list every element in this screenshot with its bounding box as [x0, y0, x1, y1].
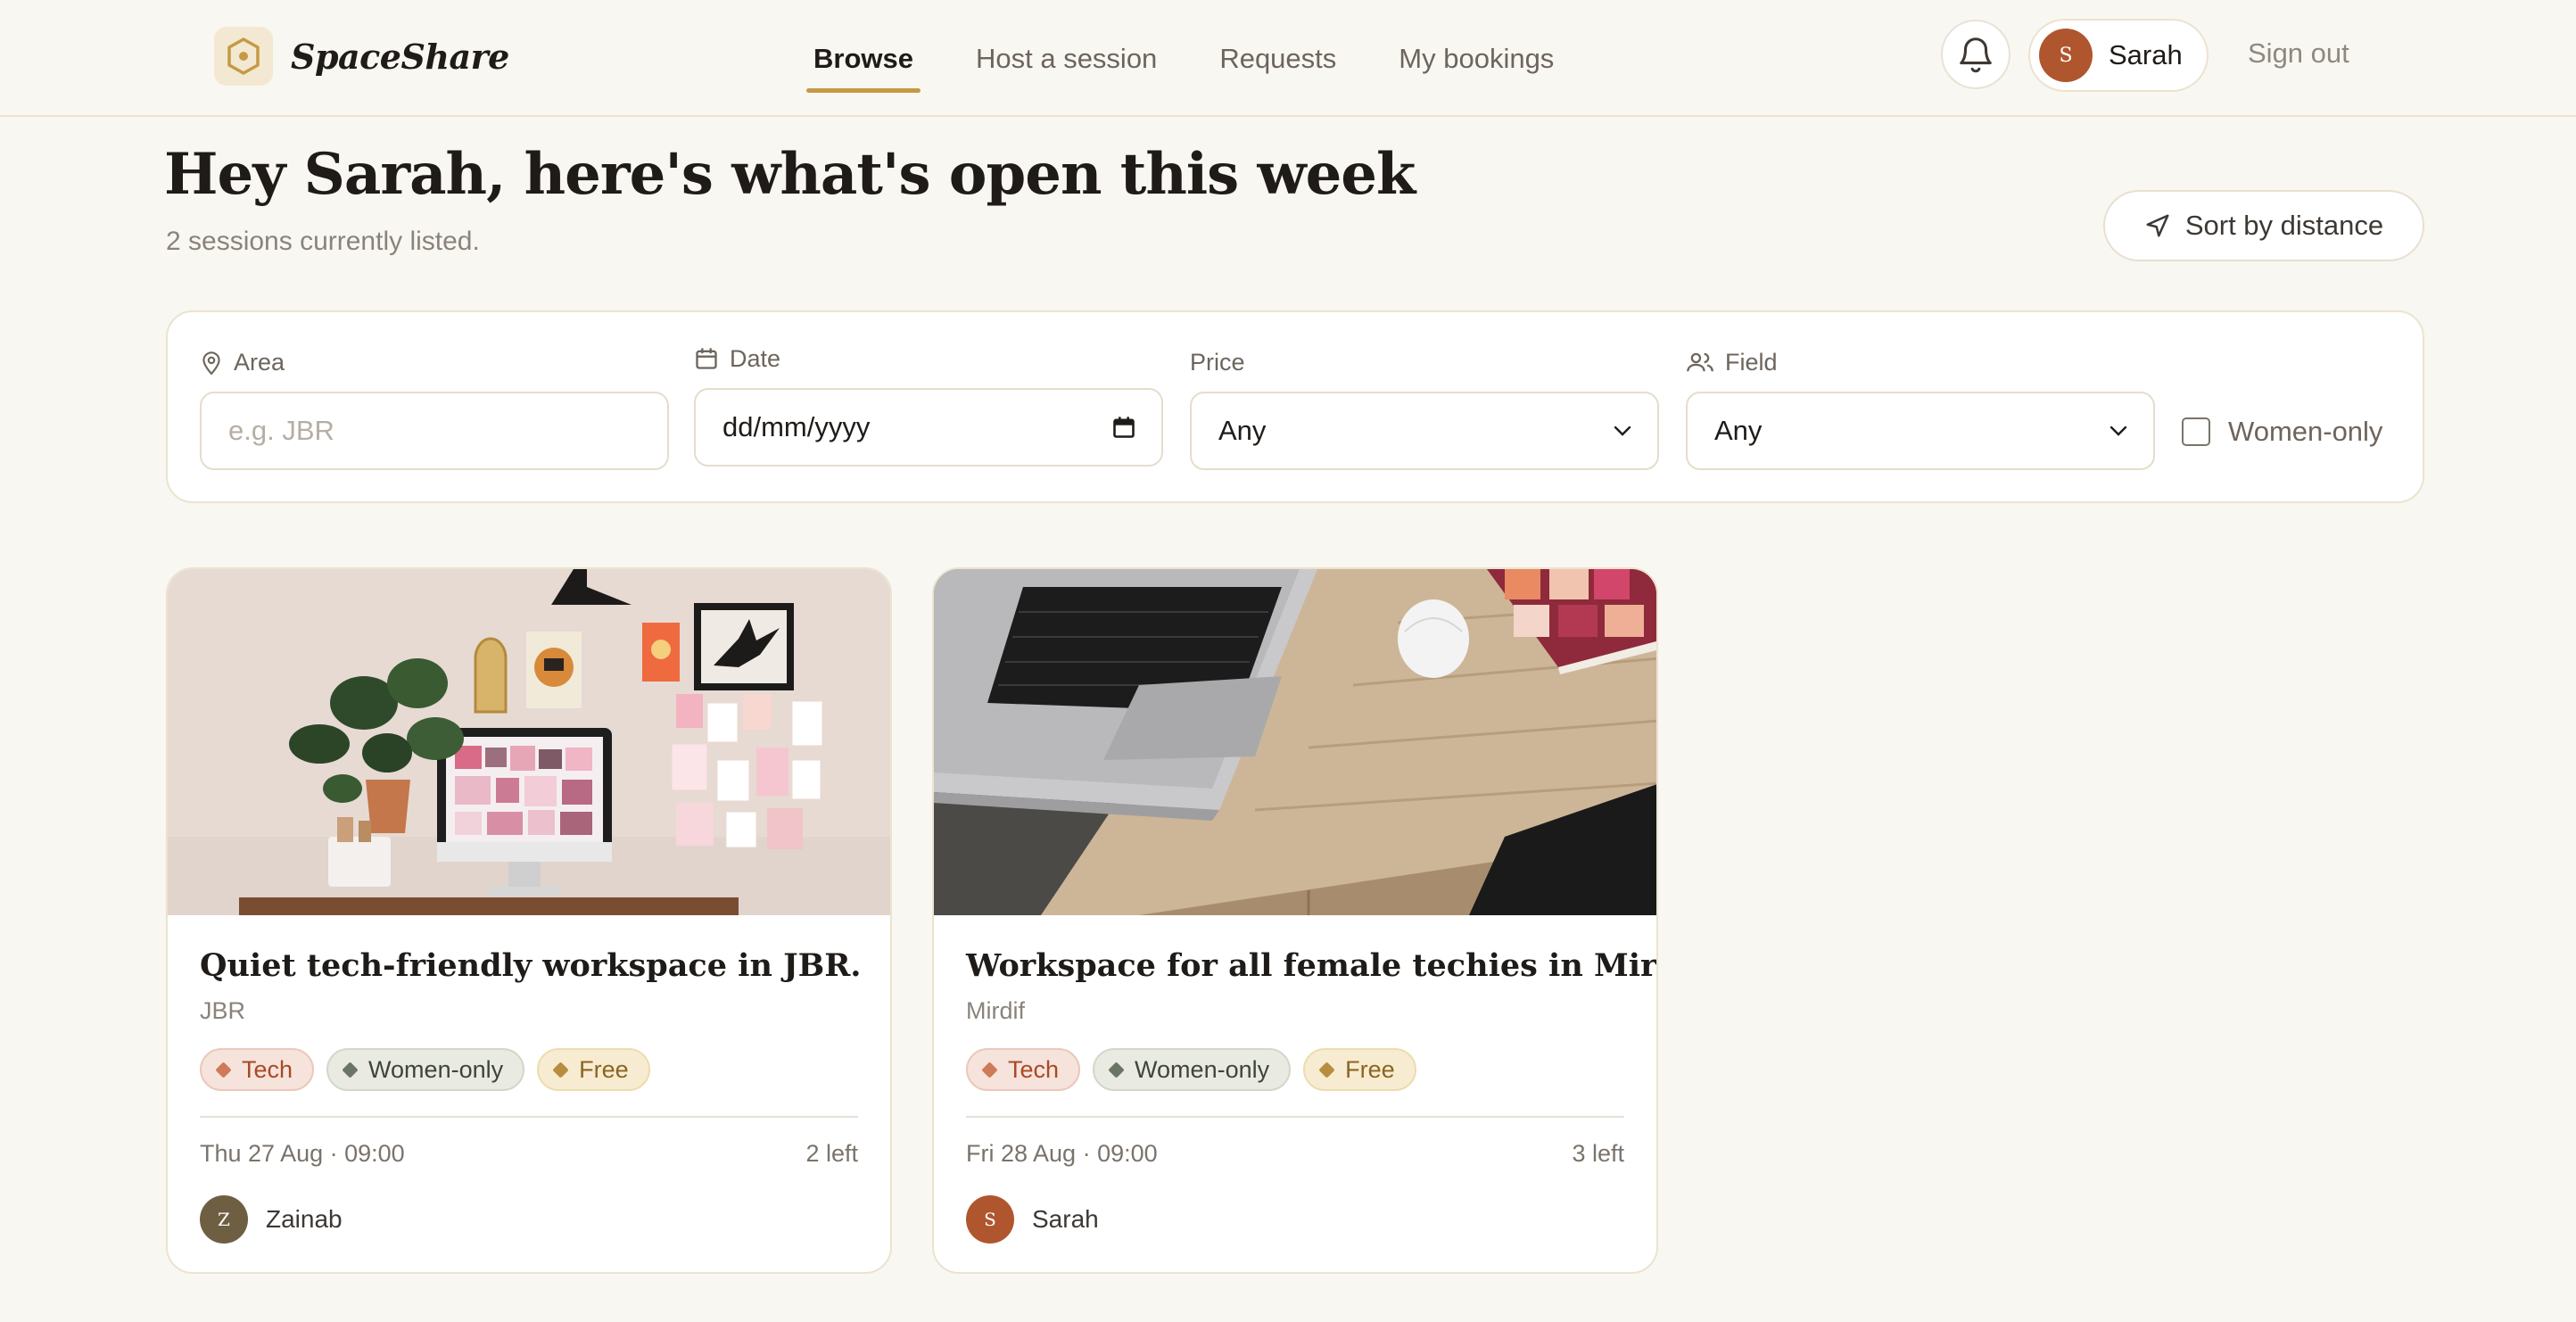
- calendar-picker-icon[interactable]: [1111, 415, 1136, 440]
- divider: [966, 1116, 1624, 1118]
- listing-title[interactable]: Quiet tech-friendly workspace in JBR.: [200, 947, 862, 984]
- desk-with-imac-and-plant-photo: [168, 569, 890, 915]
- chevron-down-icon: [2110, 426, 2127, 436]
- logo[interactable]: SpaceShare: [214, 27, 509, 86]
- filter-bar: Area e.g. JBR Date dd/mm/yyyy Price Any …: [166, 310, 2424, 503]
- brand-name: SpaceShare: [291, 36, 509, 77]
- diamond-icon: [1108, 1061, 1125, 1078]
- nav-my-bookings[interactable]: My bookings: [1399, 0, 1554, 117]
- sort-label: Sort by distance: [2184, 210, 2384, 241]
- field-select-value: Any: [1714, 415, 1763, 446]
- user-menu-button[interactable]: S Sarah: [2028, 19, 2209, 92]
- price-label: Price: [1190, 348, 1245, 376]
- laptop-on-wooden-desk-photo: [934, 569, 1656, 915]
- navigation-arrow-icon: [2146, 214, 2169, 237]
- listing-card[interactable]: Workspace for all female techies in Mird…: [932, 567, 1658, 1274]
- user-avatar: S: [2039, 29, 2093, 82]
- diamond-icon: [215, 1061, 232, 1078]
- tag-free: Free: [1303, 1048, 1416, 1091]
- listing-card[interactable]: Quiet tech-friendly workspace in JBR. JB…: [166, 567, 892, 1274]
- notifications-button[interactable]: [1941, 20, 2010, 89]
- listing-host: S Sarah: [966, 1195, 1099, 1244]
- page-title: Hey Sarah, here's what's open this week: [164, 141, 1416, 208]
- nav-host-a-session[interactable]: Host a session: [976, 0, 1157, 117]
- tag-women-only: Women-only: [326, 1048, 525, 1091]
- field-filter: Field Any: [1686, 348, 2155, 470]
- date-input[interactable]: dd/mm/yyyy: [694, 388, 1163, 467]
- area-label: Area: [234, 348, 285, 376]
- host-avatar: S: [966, 1195, 1014, 1244]
- listing-area: Mirdif: [966, 997, 1025, 1024]
- hexagon-logo-icon: [214, 27, 273, 86]
- calendar-icon: [696, 348, 717, 369]
- date-filter: Date dd/mm/yyyy: [694, 344, 1163, 467]
- tag-tech: Tech: [966, 1048, 1081, 1091]
- spots-left: 2 left: [805, 1140, 858, 1167]
- sessions-count-text: 2 sessions currently listed.: [166, 227, 480, 256]
- women-only-filter[interactable]: Women-only: [2182, 416, 2382, 448]
- women-only-checkbox[interactable]: [2182, 417, 2210, 446]
- price-select[interactable]: Any: [1190, 392, 1659, 470]
- price-filter: Price Any: [1190, 348, 1659, 470]
- diamond-icon: [981, 1061, 998, 1078]
- top-nav: SpaceShare Browse Host a session Request…: [0, 0, 2576, 117]
- divider: [200, 1116, 858, 1118]
- main-nav: Browse Host a session Requests My bookin…: [806, 0, 1616, 117]
- diamond-icon: [1318, 1061, 1335, 1078]
- listing-datetime: Fri 28 Aug · 09:00: [966, 1140, 1158, 1167]
- diamond-icon: [342, 1061, 359, 1078]
- sort-by-distance-button[interactable]: Sort by distance: [2103, 190, 2424, 261]
- chevron-down-icon: [1614, 426, 1631, 436]
- field-select[interactable]: Any: [1686, 392, 2155, 470]
- area-input[interactable]: e.g. JBR: [200, 392, 669, 470]
- listing-datetime: Thu 27 Aug · 09:00: [200, 1140, 405, 1167]
- nav-browse[interactable]: Browse: [806, 0, 921, 117]
- area-filter: Area e.g. JBR: [200, 348, 669, 470]
- sign-out-link[interactable]: Sign out: [2248, 37, 2349, 70]
- date-input-value: dd/mm/yyyy: [722, 411, 871, 442]
- listing-tags: Tech Women-only Free: [966, 1048, 1429, 1091]
- tag-tech: Tech: [200, 1048, 315, 1091]
- map-pin-icon: [202, 351, 220, 376]
- host-avatar: Z: [200, 1195, 248, 1244]
- bell-icon: [1960, 37, 1992, 73]
- users-icon: [1687, 352, 1713, 372]
- tag-free: Free: [537, 1048, 650, 1091]
- women-only-label: Women-only: [2228, 416, 2383, 447]
- listing-title[interactable]: Workspace for all female techies in Mird…: [966, 947, 1656, 984]
- price-select-value: Any: [1218, 415, 1267, 446]
- diamond-icon: [552, 1061, 569, 1078]
- nav-requests[interactable]: Requests: [1219, 0, 1336, 117]
- user-name: Sarah: [2109, 39, 2183, 70]
- listing-tags: Tech Women-only Free: [200, 1048, 663, 1091]
- date-label: Date: [730, 344, 781, 372]
- host-name: Zainab: [266, 1205, 343, 1233]
- host-name: Sarah: [1032, 1205, 1099, 1233]
- tag-women-only: Women-only: [1093, 1048, 1292, 1091]
- listing-area: JBR: [200, 997, 246, 1024]
- field-label: Field: [1725, 348, 1778, 376]
- listing-host: Z Zainab: [200, 1195, 343, 1244]
- spots-left: 3 left: [1572, 1140, 1624, 1167]
